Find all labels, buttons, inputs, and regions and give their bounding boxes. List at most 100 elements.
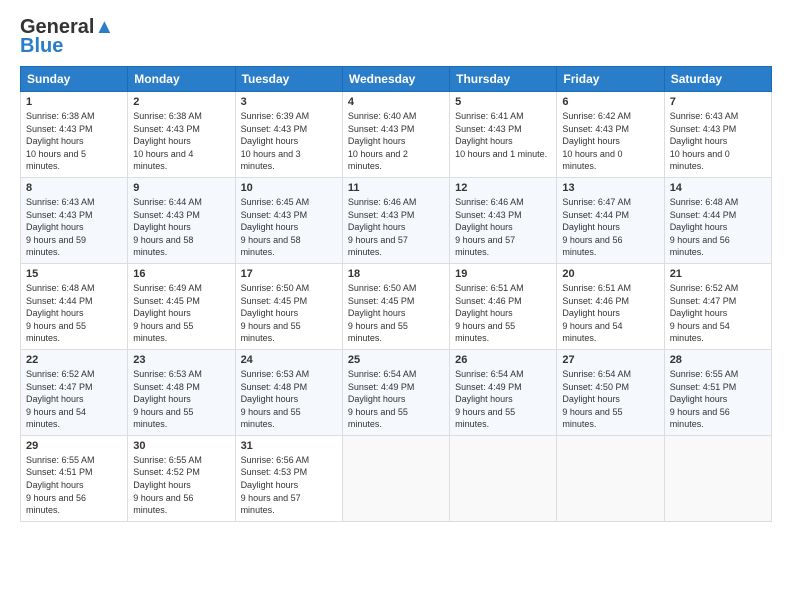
calendar-week-1: 1 Sunrise: 6:38 AM Sunset: 4:43 PM Dayli… [21,92,772,178]
day-number: 26 [455,354,551,366]
day-number: 28 [670,354,766,366]
day-info: Sunrise: 6:43 AM Sunset: 4:43 PM Dayligh… [670,111,739,171]
calendar-cell: 5 Sunrise: 6:41 AM Sunset: 4:43 PM Dayli… [450,92,557,178]
day-info: Sunrise: 6:44 AM Sunset: 4:43 PM Dayligh… [133,197,202,257]
day-info: Sunrise: 6:47 AM Sunset: 4:44 PM Dayligh… [562,197,631,257]
day-number: 16 [133,268,229,280]
calendar-cell: 23 Sunrise: 6:53 AM Sunset: 4:48 PM Dayl… [128,349,235,435]
calendar-cell: 31 Sunrise: 6:56 AM Sunset: 4:53 PM Dayl… [235,435,342,521]
day-info: Sunrise: 6:48 AM Sunset: 4:44 PM Dayligh… [26,283,95,343]
day-number: 18 [348,268,444,280]
day-number: 15 [26,268,122,280]
calendar-cell: 6 Sunrise: 6:42 AM Sunset: 4:43 PM Dayli… [557,92,664,178]
calendar-cell: 22 Sunrise: 6:52 AM Sunset: 4:47 PM Dayl… [21,349,128,435]
calendar-cell: 7 Sunrise: 6:43 AM Sunset: 4:43 PM Dayli… [664,92,771,178]
day-header-sunday: Sunday [21,67,128,92]
calendar-cell [450,435,557,521]
calendar-cell: 17 Sunrise: 6:50 AM Sunset: 4:45 PM Dayl… [235,263,342,349]
day-number: 8 [26,182,122,194]
page: General▲ Blue SundayMondayTuesdayWednesd… [0,0,792,612]
calendar-cell: 27 Sunrise: 6:54 AM Sunset: 4:50 PM Dayl… [557,349,664,435]
day-number: 6 [562,96,658,108]
day-number: 14 [670,182,766,194]
calendar-cell: 10 Sunrise: 6:45 AM Sunset: 4:43 PM Dayl… [235,177,342,263]
calendar-cell: 19 Sunrise: 6:51 AM Sunset: 4:46 PM Dayl… [450,263,557,349]
calendar-cell: 25 Sunrise: 6:54 AM Sunset: 4:49 PM Dayl… [342,349,449,435]
day-info: Sunrise: 6:52 AM Sunset: 4:47 PM Dayligh… [26,369,95,429]
day-info: Sunrise: 6:48 AM Sunset: 4:44 PM Dayligh… [670,197,739,257]
day-info: Sunrise: 6:55 AM Sunset: 4:52 PM Dayligh… [133,455,202,515]
day-info: Sunrise: 6:54 AM Sunset: 4:49 PM Dayligh… [348,369,417,429]
calendar-cell: 26 Sunrise: 6:54 AM Sunset: 4:49 PM Dayl… [450,349,557,435]
day-info: Sunrise: 6:39 AM Sunset: 4:43 PM Dayligh… [241,111,310,171]
day-info: Sunrise: 6:53 AM Sunset: 4:48 PM Dayligh… [241,369,310,429]
day-header-monday: Monday [128,67,235,92]
calendar-cell: 3 Sunrise: 6:39 AM Sunset: 4:43 PM Dayli… [235,92,342,178]
day-info: Sunrise: 6:38 AM Sunset: 4:43 PM Dayligh… [26,111,95,171]
day-number: 21 [670,268,766,280]
calendar-week-3: 15 Sunrise: 6:48 AM Sunset: 4:44 PM Dayl… [21,263,772,349]
day-number: 7 [670,96,766,108]
calendar-cell: 12 Sunrise: 6:46 AM Sunset: 4:43 PM Dayl… [450,177,557,263]
calendar-cell: 18 Sunrise: 6:50 AM Sunset: 4:45 PM Dayl… [342,263,449,349]
day-number: 31 [241,440,337,452]
day-number: 19 [455,268,551,280]
calendar-cell: 29 Sunrise: 6:55 AM Sunset: 4:51 PM Dayl… [21,435,128,521]
day-info: Sunrise: 6:54 AM Sunset: 4:50 PM Dayligh… [562,369,631,429]
day-number: 10 [241,182,337,194]
calendar-cell: 8 Sunrise: 6:43 AM Sunset: 4:43 PM Dayli… [21,177,128,263]
day-info: Sunrise: 6:49 AM Sunset: 4:45 PM Dayligh… [133,283,202,343]
day-info: Sunrise: 6:45 AM Sunset: 4:43 PM Dayligh… [241,197,310,257]
calendar-cell: 4 Sunrise: 6:40 AM Sunset: 4:43 PM Dayli… [342,92,449,178]
day-number: 22 [26,354,122,366]
calendar-cell: 21 Sunrise: 6:52 AM Sunset: 4:47 PM Dayl… [664,263,771,349]
day-header-thursday: Thursday [450,67,557,92]
day-number: 13 [562,182,658,194]
calendar-cell: 13 Sunrise: 6:47 AM Sunset: 4:44 PM Dayl… [557,177,664,263]
calendar-cell [557,435,664,521]
day-header-friday: Friday [557,67,664,92]
day-info: Sunrise: 6:46 AM Sunset: 4:43 PM Dayligh… [455,197,524,257]
calendar-table: SundayMondayTuesdayWednesdayThursdayFrid… [20,66,772,522]
calendar-week-5: 29 Sunrise: 6:55 AM Sunset: 4:51 PM Dayl… [21,435,772,521]
calendar-cell: 16 Sunrise: 6:49 AM Sunset: 4:45 PM Dayl… [128,263,235,349]
day-number: 29 [26,440,122,452]
day-info: Sunrise: 6:50 AM Sunset: 4:45 PM Dayligh… [241,283,310,343]
calendar-cell: 9 Sunrise: 6:44 AM Sunset: 4:43 PM Dayli… [128,177,235,263]
day-number: 3 [241,96,337,108]
day-info: Sunrise: 6:56 AM Sunset: 4:53 PM Dayligh… [241,455,310,515]
calendar-week-4: 22 Sunrise: 6:52 AM Sunset: 4:47 PM Dayl… [21,349,772,435]
day-number: 5 [455,96,551,108]
day-number: 4 [348,96,444,108]
day-number: 1 [26,96,122,108]
calendar-cell: 1 Sunrise: 6:38 AM Sunset: 4:43 PM Dayli… [21,92,128,178]
calendar-cell [664,435,771,521]
calendar-week-2: 8 Sunrise: 6:43 AM Sunset: 4:43 PM Dayli… [21,177,772,263]
day-header-tuesday: Tuesday [235,67,342,92]
calendar-cell: 20 Sunrise: 6:51 AM Sunset: 4:46 PM Dayl… [557,263,664,349]
day-number: 20 [562,268,658,280]
logo: General▲ Blue [20,16,114,58]
calendar-cell: 2 Sunrise: 6:38 AM Sunset: 4:43 PM Dayli… [128,92,235,178]
calendar-cell: 11 Sunrise: 6:46 AM Sunset: 4:43 PM Dayl… [342,177,449,263]
calendar-cell: 15 Sunrise: 6:48 AM Sunset: 4:44 PM Dayl… [21,263,128,349]
day-info: Sunrise: 6:41 AM Sunset: 4:43 PM Dayligh… [455,111,547,159]
day-info: Sunrise: 6:54 AM Sunset: 4:49 PM Dayligh… [455,369,524,429]
days-of-week-row: SundayMondayTuesdayWednesdayThursdayFrid… [21,67,772,92]
day-number: 9 [133,182,229,194]
day-number: 27 [562,354,658,366]
day-info: Sunrise: 6:55 AM Sunset: 4:51 PM Dayligh… [670,369,739,429]
day-header-wednesday: Wednesday [342,67,449,92]
day-number: 24 [241,354,337,366]
day-info: Sunrise: 6:43 AM Sunset: 4:43 PM Dayligh… [26,197,95,257]
day-number: 11 [348,182,444,194]
day-number: 12 [455,182,551,194]
day-number: 17 [241,268,337,280]
day-header-saturday: Saturday [664,67,771,92]
calendar-cell: 30 Sunrise: 6:55 AM Sunset: 4:52 PM Dayl… [128,435,235,521]
day-info: Sunrise: 6:51 AM Sunset: 4:46 PM Dayligh… [455,283,524,343]
day-info: Sunrise: 6:46 AM Sunset: 4:43 PM Dayligh… [348,197,417,257]
calendar-cell [342,435,449,521]
header: General▲ Blue [20,16,772,58]
calendar-cell: 14 Sunrise: 6:48 AM Sunset: 4:44 PM Dayl… [664,177,771,263]
